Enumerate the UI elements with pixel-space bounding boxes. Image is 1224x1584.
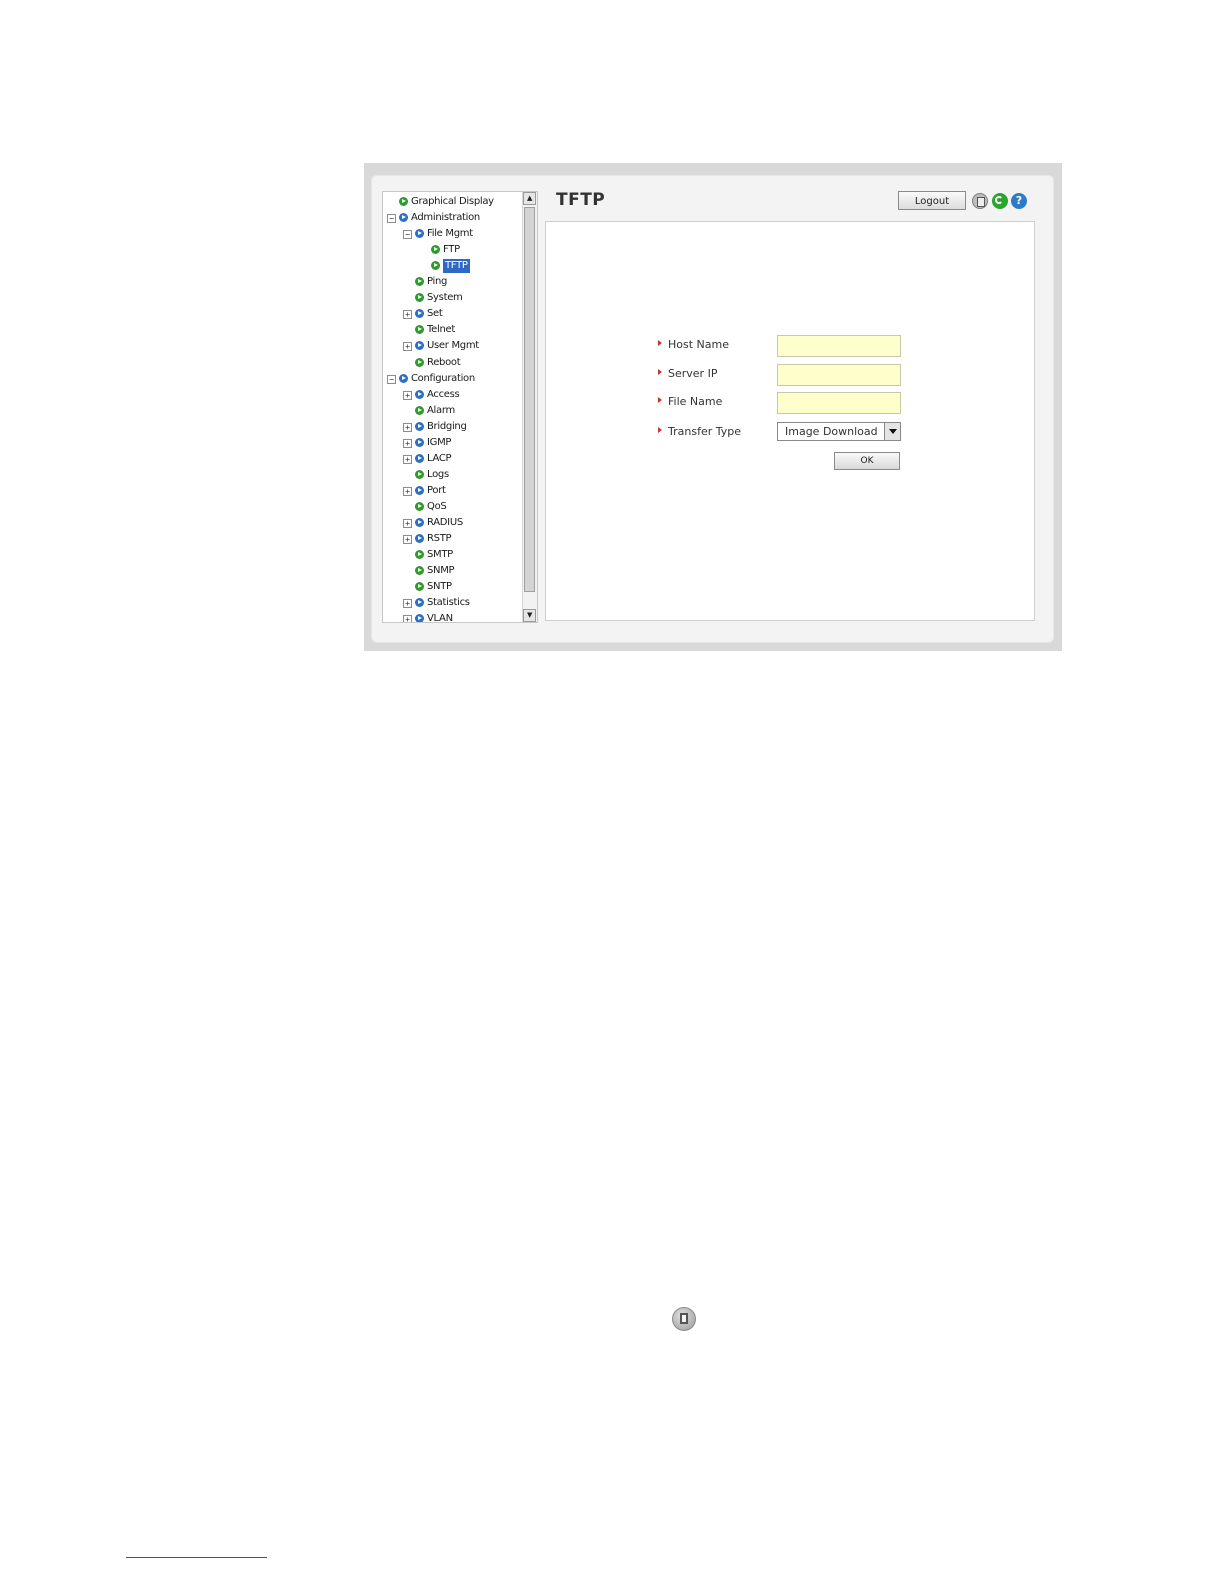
folder-node-icon [415,598,424,608]
screenshot-frame: Graphical Display − Administration − File Mg… [364,163,1062,651]
tree-item-label: VLAN [427,613,453,623]
expand-icon[interactable]: + [403,390,412,400]
tree-item-label: TFTP [443,259,470,274]
tree-item-label: User Mgmt [427,340,479,352]
scroll-down-icon[interactable]: ▼ [523,609,536,622]
tree-item-label: Administration [411,212,480,224]
tree-item-label: IGMP [427,436,452,448]
refresh-icon[interactable] [992,193,1008,209]
tree-item-label: SNTP [427,581,452,593]
app-panel: Graphical Display − Administration − File Mg… [371,175,1054,643]
collapse-icon[interactable]: − [387,214,396,224]
collapse-icon[interactable]: − [387,374,396,384]
expand-icon[interactable]: + [403,438,412,448]
tree-item-label: Logs [427,468,449,480]
folder-node-icon [415,518,424,527]
page-node-icon [415,469,424,479]
page-node-icon [415,582,424,592]
tree-item-label: FTP [443,244,460,256]
folder-node-icon [415,614,424,622]
page-node-icon [399,197,408,206]
save-icon[interactable] [972,193,988,209]
folder-node-icon [415,341,424,351]
tree-item-label: RADIUS [427,517,463,528]
scroll-up-icon[interactable]: ▲ [523,192,536,205]
footnote-divider [126,1557,267,1558]
tree-item-label: Reboot [427,356,461,368]
bullet-arrow-icon [658,397,662,403]
page-node-icon [415,293,424,303]
server-ip-input[interactable] [777,364,901,386]
expand-icon[interactable]: + [403,519,412,528]
expand-icon[interactable]: + [403,535,412,545]
nav-tree: Graphical Display − Administration − File Mg… [382,191,538,623]
help-icon[interactable]: ? [1011,193,1027,209]
scroll-thumb[interactable] [524,207,535,592]
tree-item-label: Ping [427,276,448,288]
transfer-type-select[interactable]: Image Download [777,422,901,441]
host-name-input[interactable] [777,335,901,357]
expand-icon[interactable]: + [403,486,412,496]
ok-button[interactable]: OK [834,452,900,470]
page-node-icon [431,261,440,271]
tree-item-label: Port [427,484,446,496]
save-icon [672,1307,696,1331]
tree-item-label: Graphical Display [411,196,494,207]
page-node-icon [431,245,440,255]
folder-node-icon [415,453,424,463]
page-node-icon [415,566,424,576]
bullet-arrow-icon [658,369,662,375]
tree-item-label: Access [427,388,460,400]
folder-node-icon [399,373,408,383]
tree-item-label: LACP [427,452,452,464]
bullet-arrow-icon [658,427,662,433]
expand-icon[interactable]: + [403,615,412,622]
folder-node-icon [415,229,424,239]
expand-icon[interactable]: + [403,599,412,609]
tree-item-label: System [427,292,463,304]
page-node-icon [415,357,424,367]
expand-icon[interactable]: + [403,342,412,352]
collapse-icon[interactable]: − [403,230,412,240]
file-name-label: File Name [668,395,723,408]
page-node-icon [415,325,424,335]
tree-item-label: SNMP [427,565,455,577]
page-node-icon [415,550,424,560]
page-title: TFTP [556,190,606,210]
tree-item-label: SMTP [427,549,453,561]
tree-item-label: Bridging [427,420,467,432]
tree-item-label: Set [427,308,443,320]
folder-node-icon [415,485,424,495]
transfer-type-label: Transfer Type [668,425,741,438]
file-name-input[interactable] [777,392,901,414]
content-area: Host Name Server IP File Name Transfer T… [545,221,1035,621]
tree-item-label: Configuration [411,372,475,384]
folder-node-icon [415,309,424,319]
expand-icon[interactable]: + [403,310,412,320]
page-node-icon [415,405,424,415]
expand-icon[interactable]: + [403,422,412,432]
page-node-icon [415,501,424,511]
folder-node-icon [415,421,424,431]
chevron-down-icon[interactable] [884,423,900,440]
bullet-arrow-icon [658,340,662,346]
tree-item-label: File Mgmt [427,228,473,240]
tree-item-label: Telnet [427,324,455,336]
folder-node-icon [415,534,424,544]
host-name-label: Host Name [668,338,729,351]
folder-node-icon [415,389,424,399]
logout-button[interactable]: Logout [898,191,966,210]
expand-icon[interactable]: + [403,454,412,464]
server-ip-label: Server IP [668,367,718,380]
tree-item-label: Alarm [427,404,455,416]
transfer-type-value: Image Download [785,425,878,438]
tree-item-label: RSTP [427,533,452,545]
tree-item-label: Statistics [427,597,470,609]
page-node-icon [415,277,424,287]
folder-node-icon [415,437,424,447]
tree-scrollbar[interactable]: ▲ ▼ [522,192,537,622]
tree-item-label: QoS [427,500,447,512]
folder-node-icon [399,213,408,223]
